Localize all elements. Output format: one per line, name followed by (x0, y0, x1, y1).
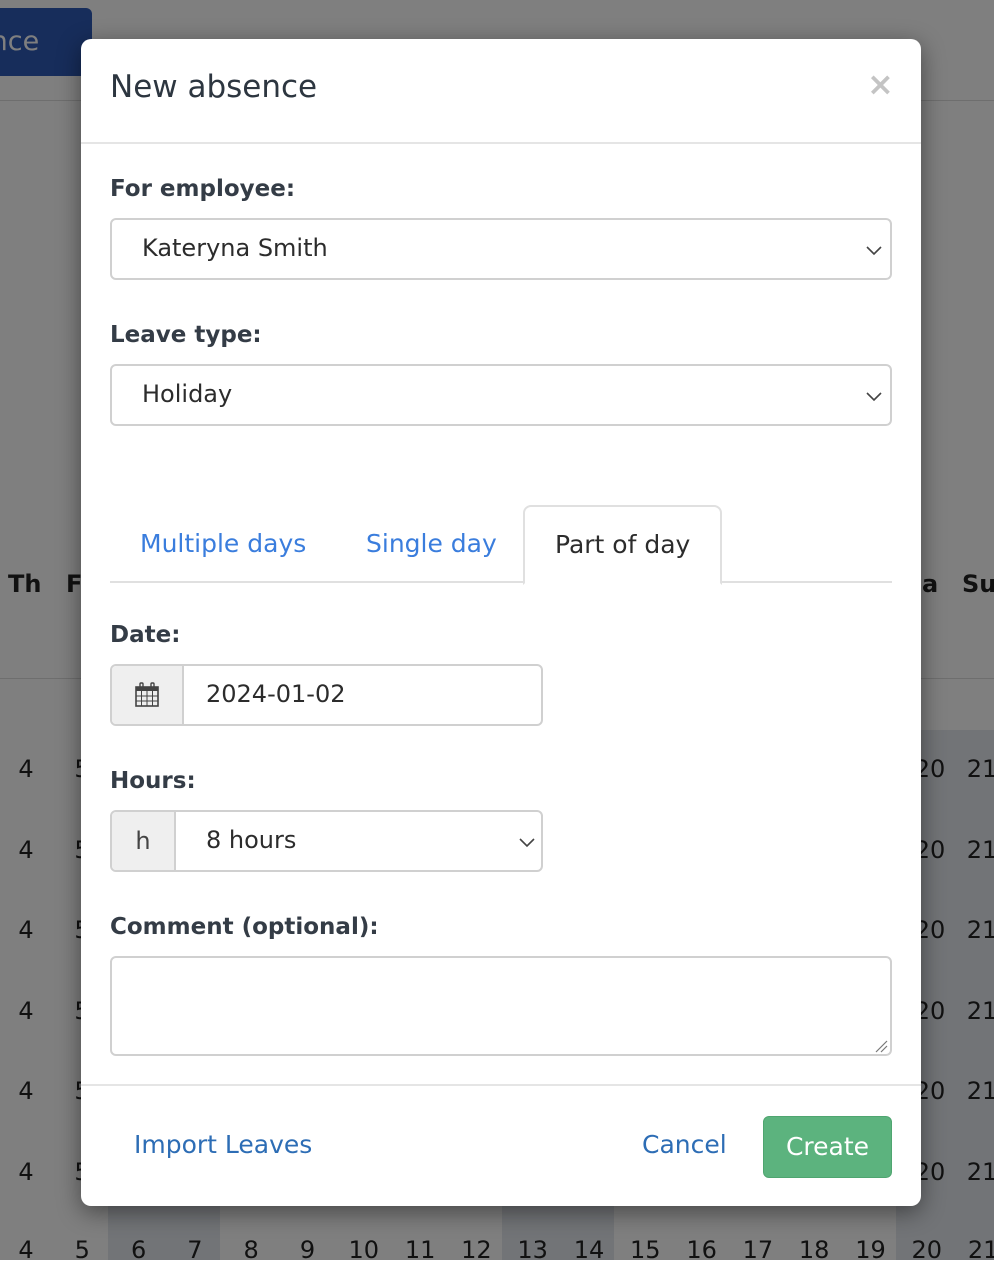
date-input-group: 2024-01-02 (110, 664, 543, 726)
hours-select-value[interactable]: 8 hours (206, 826, 296, 854)
hours-label: Hours: (110, 768, 196, 794)
leave-type-label: Leave type: (110, 322, 262, 348)
modal-title: New absence (110, 69, 318, 105)
modal-header: New absence × (81, 39, 921, 144)
tab-single-day[interactable]: Single day (336, 505, 527, 583)
calendar-icon[interactable] (112, 666, 184, 724)
employee-label: For employee: (110, 176, 296, 202)
date-label: Date: (110, 622, 181, 648)
employee-select[interactable]: Kateryna Smith (110, 218, 892, 280)
close-icon[interactable]: × (867, 67, 894, 101)
create-button[interactable]: Create (763, 1116, 892, 1178)
comment-textarea[interactable] (110, 956, 892, 1056)
new-absence-modal: New absence × For employee: Kateryna Smi… (81, 39, 921, 1206)
import-leaves-link[interactable]: Import Leaves (134, 1130, 312, 1159)
cancel-button[interactable]: Cancel (642, 1130, 727, 1159)
resize-handle-icon[interactable] (874, 1038, 888, 1053)
leave-type-select[interactable]: Holiday (110, 364, 892, 426)
hours-addon: h (112, 812, 176, 870)
tab-multiple-days[interactable]: Multiple days (110, 505, 336, 583)
employee-select-value: Kateryna Smith (142, 234, 328, 262)
duration-tabs: Multiple days Single day Part of day (110, 505, 892, 585)
modal-footer: Import Leaves Cancel Create (81, 1084, 921, 1206)
leave-type-select-value: Holiday (142, 380, 233, 408)
hours-input-group: h 8 hours (110, 810, 543, 872)
date-input[interactable]: 2024-01-02 (206, 680, 345, 708)
comment-label: Comment (optional): (110, 914, 379, 940)
chevron-down-icon[interactable] (519, 834, 535, 850)
chevron-down-icon (866, 388, 882, 404)
tab-part-of-day[interactable]: Part of day (523, 505, 723, 585)
chevron-down-icon (866, 242, 882, 258)
